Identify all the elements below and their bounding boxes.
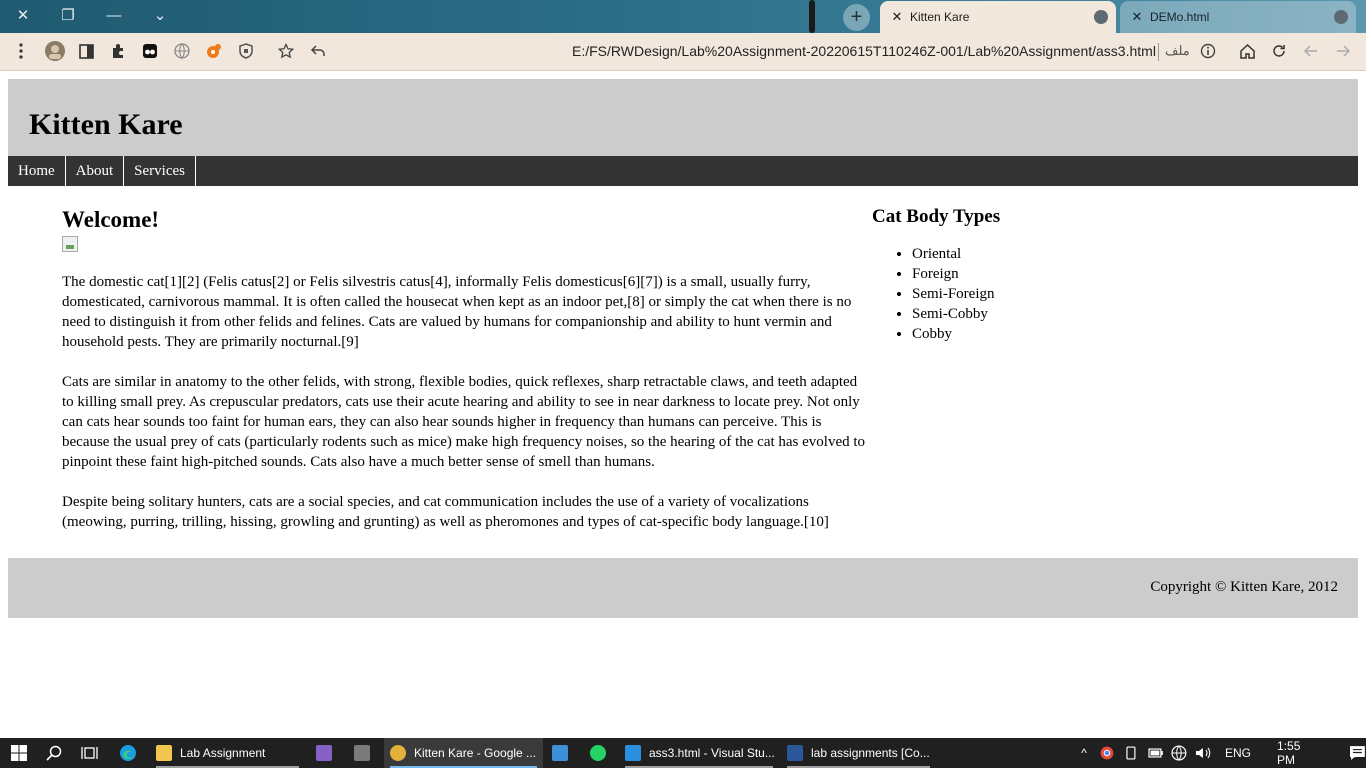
restore-window-button[interactable]: ❐	[45, 0, 91, 30]
body-types-list: Oriental Foreign Semi-Foreign Semi-Cobby…	[872, 244, 1172, 344]
extension-orange-icon[interactable]	[205, 42, 223, 60]
list-item: Cobby	[912, 324, 1172, 344]
taskbar-app-remote-desktop[interactable]	[546, 738, 582, 768]
tab-search-button[interactable]: ⌄	[137, 0, 183, 30]
close-window-button[interactable]: ✕	[0, 0, 46, 30]
task-view-icon[interactable]	[79, 743, 99, 763]
notifications-icon[interactable]	[1349, 745, 1366, 761]
network-icon[interactable]	[1171, 745, 1187, 761]
taskbar-app-label: lab assignments [Co...	[811, 746, 930, 760]
extension-icon[interactable]	[141, 42, 159, 60]
search-icon[interactable]	[44, 743, 64, 763]
forward-icon[interactable]	[1334, 42, 1352, 60]
taskbar-app-visual-studio[interactable]	[310, 738, 346, 768]
menu-dots-icon[interactable]	[12, 42, 30, 60]
taskbar-app-label: ass3.html - Visual Stu...	[649, 746, 775, 760]
taskbar: Lab Assignment Kitten Kare - Google ... …	[0, 738, 1366, 768]
main-nav: Home About Services	[8, 156, 1358, 186]
reload-icon[interactable]	[1270, 42, 1288, 60]
plus-icon: +	[850, 6, 863, 28]
back-icon[interactable]	[1302, 42, 1320, 60]
list-item: Oriental	[912, 244, 1172, 264]
globe-icon	[1094, 10, 1108, 24]
star-icon[interactable]	[277, 42, 295, 60]
paragraph: The domestic cat[1][2] (Felis catus[2] o…	[62, 274, 852, 350]
vscode-icon	[625, 745, 641, 761]
chrome-tray-icon[interactable]	[1100, 746, 1114, 760]
visual-studio-icon	[316, 745, 332, 761]
translate-icon[interactable]	[173, 42, 191, 60]
tab-title: DEMo.html	[1150, 10, 1210, 24]
folder-icon	[156, 745, 172, 761]
chrome-icon	[390, 745, 406, 761]
chevron-down-icon: ⌄	[153, 7, 167, 24]
chevron-up-icon[interactable]: ^	[1076, 746, 1092, 760]
minimize-window-button[interactable]: —	[91, 0, 137, 30]
restore-icon: ❐	[61, 7, 75, 24]
taskbar-app-chrome[interactable]: Kitten Kare - Google ...	[384, 738, 543, 768]
tab-drag-handle[interactable]	[809, 0, 815, 33]
battery-icon[interactable]	[1147, 747, 1164, 759]
url-separator	[1158, 43, 1159, 61]
tab-kitten-kare[interactable]: ✕ Kitten Kare	[880, 1, 1116, 33]
taskbar-app-tool[interactable]	[348, 738, 384, 768]
list-item: Foreign	[912, 264, 1172, 284]
taskbar-app-vscode[interactable]: ass3.html - Visual Stu...	[619, 738, 779, 768]
page-viewport: Kitten Kare Home About Services Welcome!…	[0, 71, 1366, 738]
close-icon: ✕	[16, 7, 30, 24]
sidebar-heading: Cat Body Types	[872, 206, 1001, 227]
taskbar-app-whatsapp[interactable]	[584, 738, 620, 768]
extensions-icon[interactable]	[109, 42, 127, 60]
address-bar: E:/FS/RWDesign/Lab%20Assignment-20220615…	[0, 33, 1366, 71]
tab-demo[interactable]: ✕ DEMo.html	[1120, 1, 1356, 33]
minimize-icon: —	[106, 6, 122, 24]
word-icon	[787, 745, 803, 761]
share-icon[interactable]	[309, 42, 327, 60]
tab-title: Kitten Kare	[910, 10, 970, 24]
tab-close-icon[interactable]: ✕	[890, 9, 904, 25]
browser-title-bar: ✕ ❐ — ⌄ + ✕ Kitten Kare ✕ DEMo.html	[0, 0, 1366, 33]
list-item: Semi-Foreign	[912, 284, 1172, 304]
url-text[interactable]: E:/FS/RWDesign/Lab%20Assignment-20220615…	[572, 43, 1156, 59]
url-scheme-label: ملف	[1165, 43, 1190, 58]
nav-item-home[interactable]: Home	[8, 156, 66, 186]
nav-item-services[interactable]: Services	[124, 156, 196, 186]
sidebar-icon[interactable]	[77, 42, 95, 60]
taskbar-app-lab-assignment[interactable]: Lab Assignment	[150, 738, 305, 768]
paragraph: Despite being solitary hunters, cats are…	[62, 494, 829, 530]
shield-icon[interactable]	[237, 42, 255, 60]
windows-start-icon[interactable]	[9, 743, 29, 763]
taskbar-app-word[interactable]: lab assignments [Co...	[781, 738, 936, 768]
taskbar-app-label: Lab Assignment	[180, 746, 266, 760]
sidebar: Cat Body Types Oriental Foreign Semi-For…	[872, 206, 1172, 344]
welcome-heading: Welcome!	[62, 207, 160, 232]
whatsapp-icon	[590, 745, 606, 761]
site-title: Kitten Kare	[29, 108, 183, 141]
globe-icon	[1334, 10, 1348, 24]
main-content: Welcome! The domestic cat[1][2] (Felis c…	[62, 206, 872, 532]
page-header: Kitten Kare	[8, 79, 1358, 156]
broken-image-icon	[62, 236, 78, 252]
system-tray: ^ ENG 1:55 PM	[1076, 738, 1366, 768]
nav-item-about[interactable]: About	[66, 156, 125, 186]
app-icon	[354, 745, 370, 761]
info-icon[interactable]	[1199, 42, 1217, 60]
edge-icon[interactable]	[118, 743, 138, 763]
clock[interactable]: 1:55 PM	[1277, 739, 1321, 767]
home-icon[interactable]	[1238, 42, 1256, 60]
paragraph: Cats are similar in anatomy to the other…	[62, 374, 866, 470]
profile-icon[interactable]	[44, 40, 66, 62]
language-indicator[interactable]: ENG	[1225, 746, 1251, 760]
device-icon[interactable]	[1124, 746, 1138, 760]
volume-icon[interactable]	[1195, 746, 1211, 760]
list-item: Semi-Cobby	[912, 304, 1172, 324]
taskbar-app-label: Kitten Kare - Google ...	[414, 746, 537, 760]
new-tab-button[interactable]: +	[843, 4, 870, 31]
page-footer: Copyright © Kitten Kare, 2012	[8, 558, 1358, 618]
tab-close-icon[interactable]: ✕	[1130, 9, 1144, 25]
copyright-text: Copyright © Kitten Kare, 2012	[1150, 579, 1338, 595]
monitor-icon	[552, 745, 568, 761]
